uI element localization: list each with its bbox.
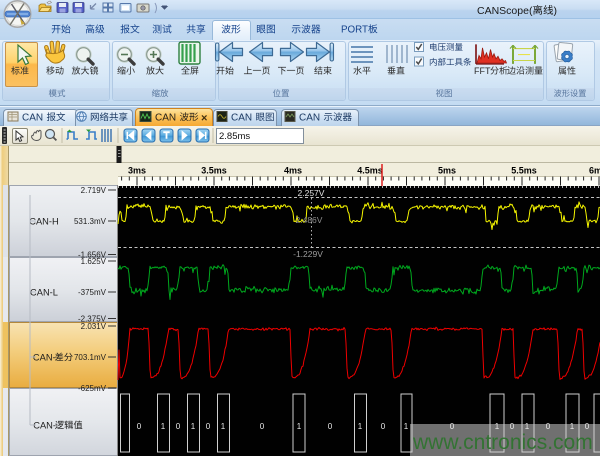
svg-text:1: 1 xyxy=(525,422,530,431)
svg-text:CAN: CAN xyxy=(299,113,320,124)
svg-text:-1.229V: -1.229V xyxy=(293,249,323,259)
svg-text:1: 1 xyxy=(570,422,575,431)
svg-text:0: 0 xyxy=(546,422,551,431)
svg-text:3ms: 3ms xyxy=(128,166,146,176)
svg-text:1: 1 xyxy=(191,422,196,431)
svg-text:0: 0 xyxy=(260,422,265,431)
svg-text:CAN-: CAN- xyxy=(33,420,56,430)
svg-text:0: 0 xyxy=(328,422,333,431)
svg-text:CAN: CAN xyxy=(22,113,43,124)
svg-text:CAN-: CAN- xyxy=(33,352,56,362)
svg-text:703.1mV: 703.1mV xyxy=(74,353,107,362)
svg-text:×: × xyxy=(201,113,207,125)
svg-text:FFT: FFT xyxy=(474,66,491,76)
svg-text:2.257V: 2.257V xyxy=(298,188,325,198)
svg-text:531.3mV: 531.3mV xyxy=(74,217,107,226)
svg-text:2.85ms: 2.85ms xyxy=(219,131,250,142)
svg-text:0: 0 xyxy=(585,422,590,431)
svg-text:4ms: 4ms xyxy=(284,166,302,176)
svg-text:3.5ms: 3.5ms xyxy=(201,166,227,176)
svg-text:0: 0 xyxy=(510,422,515,431)
svg-text:PORT: PORT xyxy=(341,25,368,36)
svg-text:5.5ms: 5.5ms xyxy=(511,166,537,176)
svg-text:5ms: 5ms xyxy=(438,166,456,176)
svg-text:-375mV: -375mV xyxy=(78,288,107,297)
svg-text:6ms: 6ms xyxy=(589,166,600,176)
svg-text:1: 1 xyxy=(221,422,226,431)
svg-text:0: 0 xyxy=(176,422,181,431)
svg-text:1.625V: 1.625V xyxy=(81,257,107,266)
svg-text:0: 0 xyxy=(206,422,211,431)
svg-text:CAN: CAN xyxy=(155,113,176,124)
svg-text:1: 1 xyxy=(161,422,166,431)
svg-text:-625mV: -625mV xyxy=(78,384,107,393)
svg-text:1: 1 xyxy=(297,422,302,431)
svg-text:2.486V: 2.486V xyxy=(296,215,323,225)
svg-text:www.cntronics.com: www.cntronics.com xyxy=(412,431,593,454)
svg-text:2.031V: 2.031V xyxy=(81,322,107,331)
svg-text:1: 1 xyxy=(358,422,363,431)
svg-text:CAN: CAN xyxy=(231,113,252,124)
svg-text:0: 0 xyxy=(450,422,455,431)
svg-text:0: 0 xyxy=(381,422,386,431)
svg-text:1: 1 xyxy=(495,422,500,431)
svg-text:1: 1 xyxy=(404,422,409,431)
svg-text:2.719V: 2.719V xyxy=(81,186,107,195)
svg-text:): ) xyxy=(554,5,558,17)
svg-text:4.5ms: 4.5ms xyxy=(357,166,383,176)
svg-text:CANScope(: CANScope( xyxy=(477,5,533,17)
svg-text:0: 0 xyxy=(137,422,142,431)
